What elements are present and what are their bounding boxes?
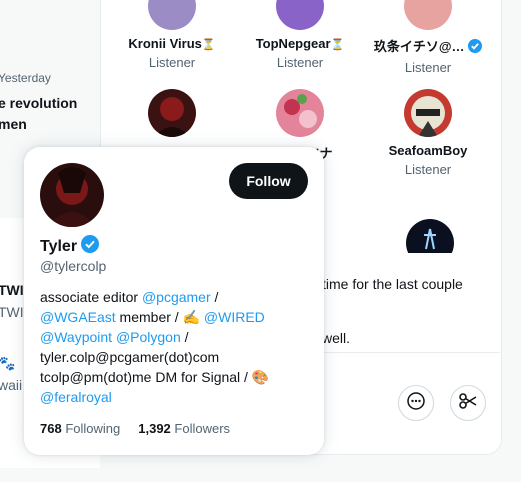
feed-text-1: TWI xyxy=(0,282,24,298)
listener-role: Listener xyxy=(276,55,324,70)
bio-text: / xyxy=(180,329,189,345)
feed-emoji: 🐾 xyxy=(0,355,16,371)
bio-text: / xyxy=(210,289,219,305)
listener-role: Listener xyxy=(404,162,452,177)
bio-text: associate editor xyxy=(40,289,142,305)
profile-handle[interactable]: @tylercolp xyxy=(40,258,106,274)
profile-name-row[interactable]: Tyler xyxy=(40,235,100,258)
following-link[interactable]: 768 Following xyxy=(40,421,120,436)
bio-text: tcolp@pm(dot)me DM for Signal / 🎨 xyxy=(40,369,270,385)
follow-button[interactable]: Follow xyxy=(229,163,308,199)
avatar[interactable] xyxy=(40,163,104,227)
bio-link[interactable]: @pcgamer xyxy=(142,289,211,305)
profile-hovercard: Follow Tyler @tylercolp associate editor… xyxy=(24,147,324,455)
listener-role: Listener xyxy=(404,60,452,75)
caption-text: time for the last couple xyxy=(322,276,463,292)
listener-card[interactable]: SeafoamBoy Listener xyxy=(368,89,488,177)
profile-name[interactable]: Tyler xyxy=(40,238,77,256)
following-label: Following xyxy=(65,421,121,436)
caption-text: well. xyxy=(322,330,351,346)
listener-card[interactable] xyxy=(112,89,232,143)
hourglass-icon: ⏳ xyxy=(330,39,345,51)
listener-role: Listener xyxy=(148,55,196,70)
feed-text-3: waii xyxy=(0,377,23,393)
more-icon xyxy=(407,391,425,415)
listener-avatar[interactable] xyxy=(406,219,454,253)
following-count: 768 xyxy=(40,421,62,436)
bio-text: tyler.colp@pcgamer(dot)com xyxy=(40,349,220,365)
feed-headline[interactable]: e revolution men xyxy=(0,93,98,135)
feed-text-2: TWI xyxy=(0,304,24,320)
listener-avatar xyxy=(404,89,452,137)
more-button[interactable] xyxy=(398,385,434,421)
clip-button[interactable] xyxy=(450,385,486,421)
listener-card[interactable]: 玖条イチソ@… Listener xyxy=(368,0,488,75)
bio-link[interactable]: @feralroyal xyxy=(40,389,112,405)
listener-avatar xyxy=(276,89,324,137)
scissors-icon xyxy=(458,391,478,416)
listener-card[interactable]: Kronii Virus⏳ Listener xyxy=(112,0,232,70)
listener-avatar xyxy=(148,0,196,30)
profile-stats: 768 Following 1,392 Followers xyxy=(40,421,230,436)
listener-name: 玖条イチソ@… xyxy=(373,39,465,54)
followers-label: Followers xyxy=(174,421,231,436)
listener-name: Kronii Virus xyxy=(128,36,202,51)
listener-name: SeafoamBoy xyxy=(388,143,468,158)
verified-icon xyxy=(81,235,100,258)
listener-name: TopNepgear xyxy=(255,36,331,51)
listener-avatar xyxy=(404,0,452,30)
profile-bio: associate editor @pcgamer / @WGAEast mem… xyxy=(40,287,310,407)
listener-avatar xyxy=(276,0,324,30)
hourglass-icon: ⏳ xyxy=(201,39,216,51)
followers-link[interactable]: 1,392 Followers xyxy=(138,421,230,436)
bio-link[interactable]: @Polygon xyxy=(116,329,181,345)
bio-text: member / ✍️ xyxy=(115,309,204,325)
followers-count: 1,392 xyxy=(138,421,171,436)
verified-icon xyxy=(468,39,483,56)
bio-link[interactable]: @WGAEast xyxy=(40,309,116,325)
bio-link[interactable]: @Waypoint xyxy=(40,329,112,345)
feed-date: Yesterday xyxy=(0,71,51,85)
listener-avatar xyxy=(148,89,196,137)
listener-card[interactable]: TopNepgear⏳ Listener xyxy=(240,0,360,70)
bio-link[interactable]: @WIRED xyxy=(204,309,265,325)
